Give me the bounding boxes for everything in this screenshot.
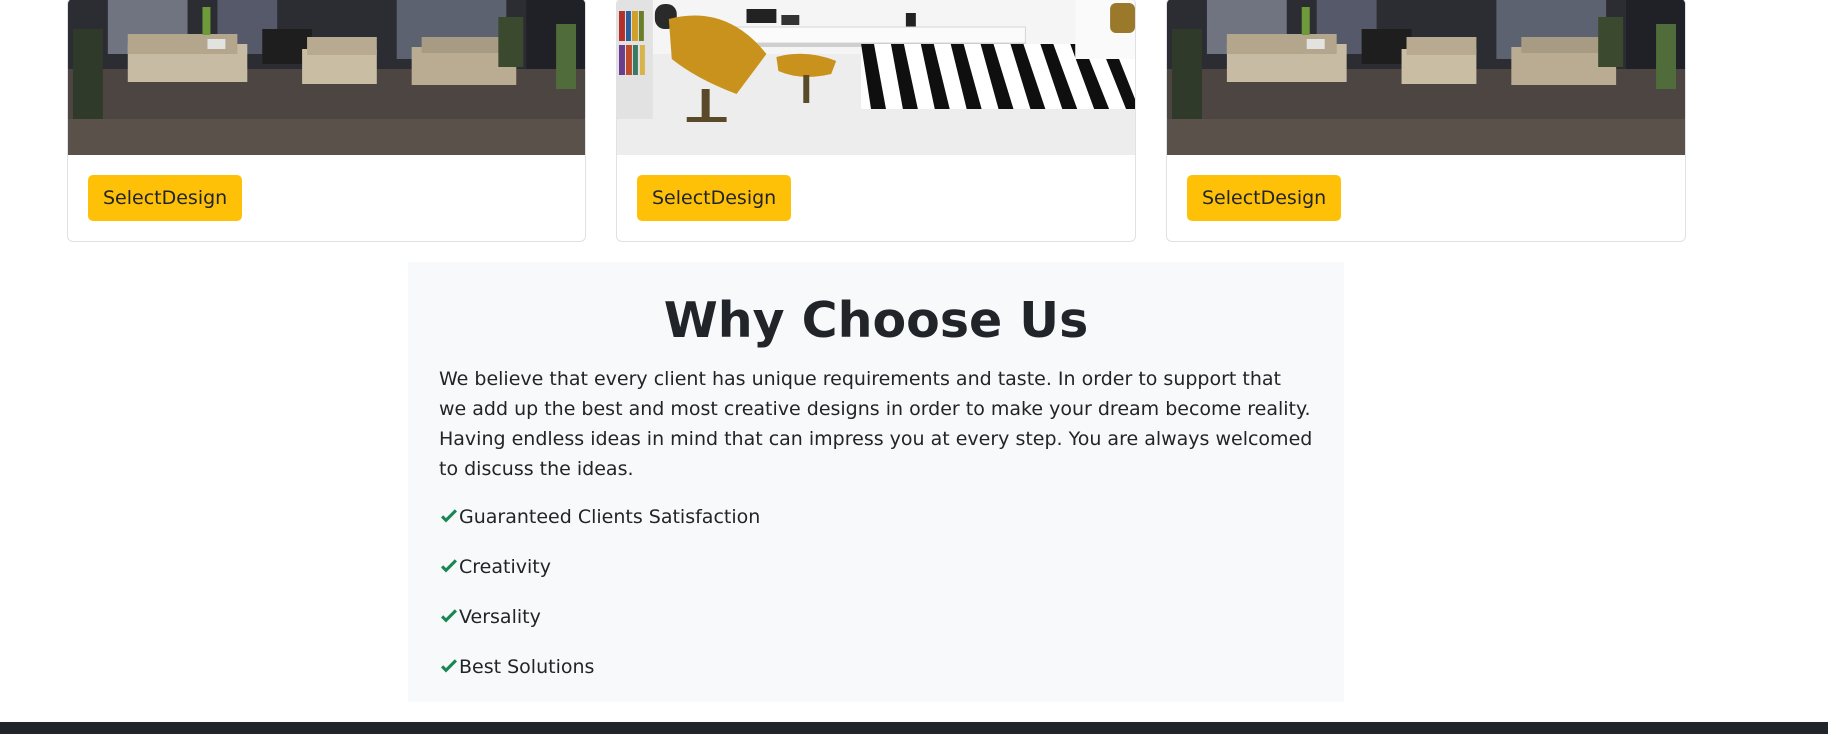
why-choose-us-section: Why Choose Us We believe that every clie… xyxy=(408,262,1344,702)
feature-item: Best Solutions xyxy=(439,652,1313,682)
feature-label: Creativity xyxy=(459,556,551,578)
design-card: SelectDesign xyxy=(616,0,1136,242)
check-icon xyxy=(439,657,459,677)
feature-item: Versality xyxy=(439,602,1313,632)
feature-item: Guaranteed Clients Satisfaction xyxy=(439,502,1313,532)
design-image-dark-living-room xyxy=(1167,0,1685,155)
check-icon xyxy=(439,607,459,627)
select-design-button[interactable]: SelectDesign xyxy=(1187,175,1342,221)
design-card: SelectDesign xyxy=(1166,0,1686,242)
select-design-button[interactable]: SelectDesign xyxy=(637,175,792,221)
why-choose-us-title: Why Choose Us xyxy=(663,292,1089,349)
features-list: Guaranteed Clients Satisfaction Creativi… xyxy=(439,502,1313,682)
select-design-button[interactable]: SelectDesign xyxy=(88,175,243,221)
check-icon xyxy=(439,507,459,527)
feature-label: Best Solutions xyxy=(459,656,595,678)
feature-label: Versality xyxy=(459,606,541,628)
why-choose-us-description: We believe that every client has unique … xyxy=(439,368,1313,480)
feature-item: Creativity xyxy=(439,552,1313,582)
design-card: SelectDesign xyxy=(67,0,586,242)
design-image-dark-living-room xyxy=(68,0,585,155)
page: SelectDesign SelectDesign SelectDesign W… xyxy=(0,0,1828,734)
design-image-white-living-room xyxy=(617,0,1135,155)
footer-bar xyxy=(0,722,1828,734)
feature-label: Guaranteed Clients Satisfaction xyxy=(459,506,761,528)
check-icon xyxy=(439,557,459,577)
